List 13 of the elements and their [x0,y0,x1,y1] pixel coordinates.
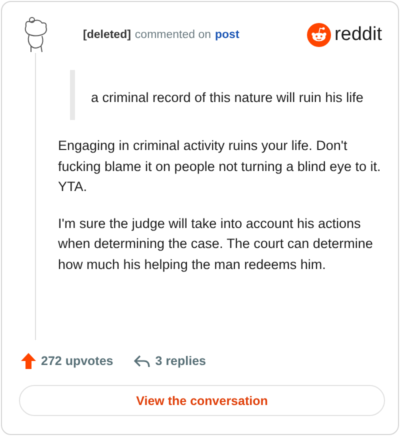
comment-paragraph: I'm sure the judge will take into account his actions when determining the case. The court can determine how much his helping the man redeems him. [58,214,374,274]
upvote-arrow-icon [21,353,36,369]
upvote-count: 272 upvotes [41,354,114,368]
reply-count: 3 replies [155,354,206,368]
brand-name: reddit [334,24,382,46]
comment-paragraph: Engaging in criminal activity ruins your life. Don't fucking blame it on people not turning a blind eye to it. YTA. [58,137,382,196]
quoted-text: a criminal record of this nature will ruin his life [70,70,382,120]
action-text: commented on [134,29,211,41]
reddit-logo-icon [307,23,332,47]
post-link[interactable]: post [215,29,240,41]
view-conversation-button[interactable]: View the conversation [19,385,385,416]
reply-arrow-icon [134,354,150,368]
author-name: [deleted] [83,29,131,41]
